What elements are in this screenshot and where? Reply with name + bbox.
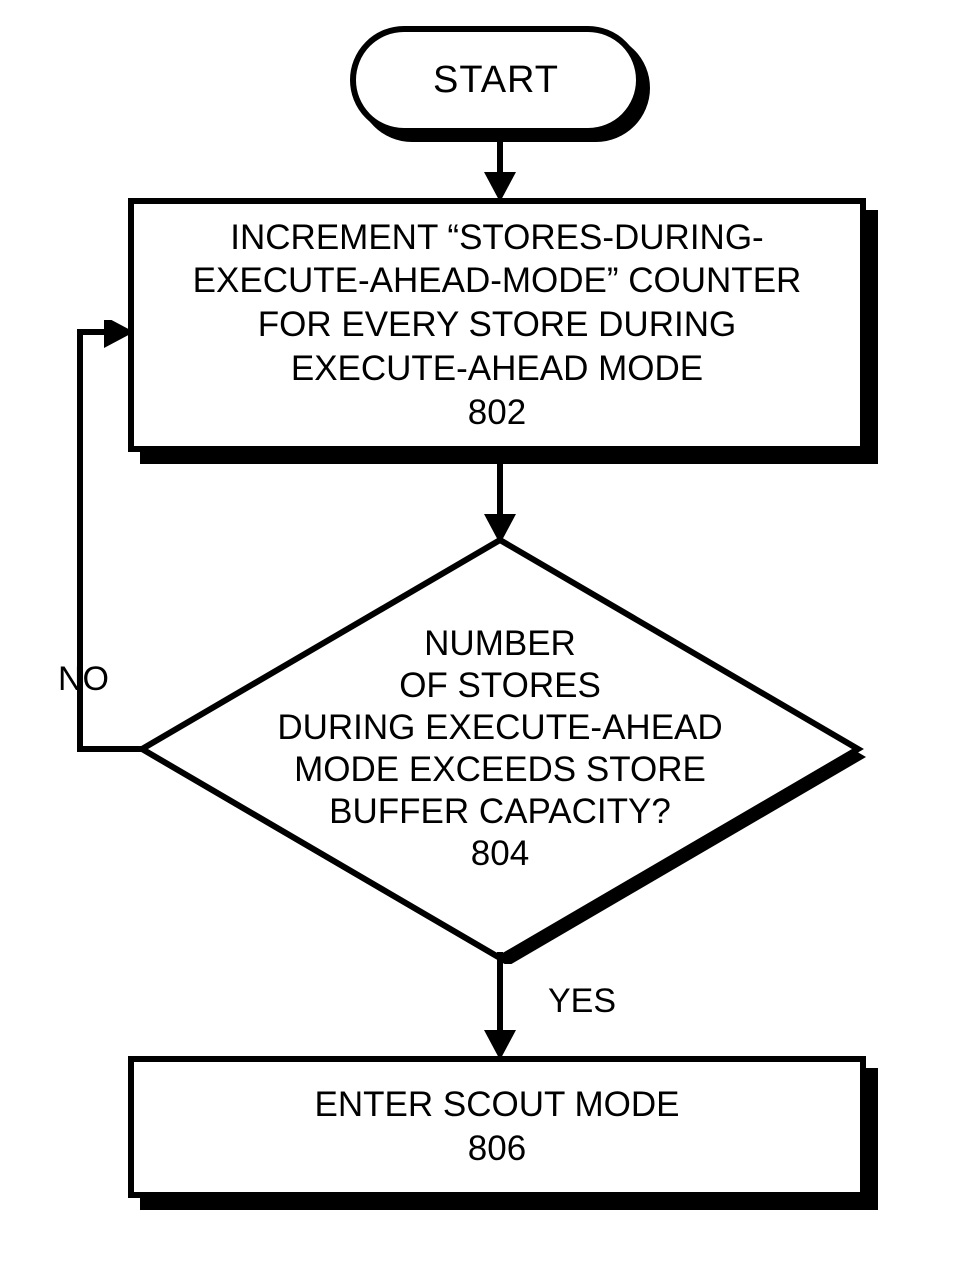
step-806: ENTER SCOUT MODE 806 — [128, 1056, 866, 1198]
arrow-no-loop — [62, 320, 162, 752]
decision-804: NUMBER OF STORES DURING EXECUTE-AHEAD MO… — [130, 534, 870, 964]
label-yes: YES — [548, 982, 616, 1021]
start-label: START — [433, 59, 559, 102]
start-terminator: START — [350, 26, 642, 134]
arrow-804-to-806 — [480, 952, 520, 1060]
step-802: INCREMENT “STORES-DURING- EXECUTE-AHEAD-… — [128, 198, 866, 452]
step-802-text: INCREMENT “STORES-DURING- EXECUTE-AHEAD-… — [193, 216, 802, 435]
arrow-start-to-802 — [480, 130, 520, 202]
step-806-text: ENTER SCOUT MODE 806 — [315, 1083, 680, 1171]
decision-804-text: NUMBER OF STORES DURING EXECUTE-AHEAD MO… — [277, 623, 722, 875]
flowchart-canvas: START INCREMENT “STORES-DURING- EXECUTE-… — [0, 0, 956, 1267]
arrow-802-to-804 — [480, 448, 520, 544]
